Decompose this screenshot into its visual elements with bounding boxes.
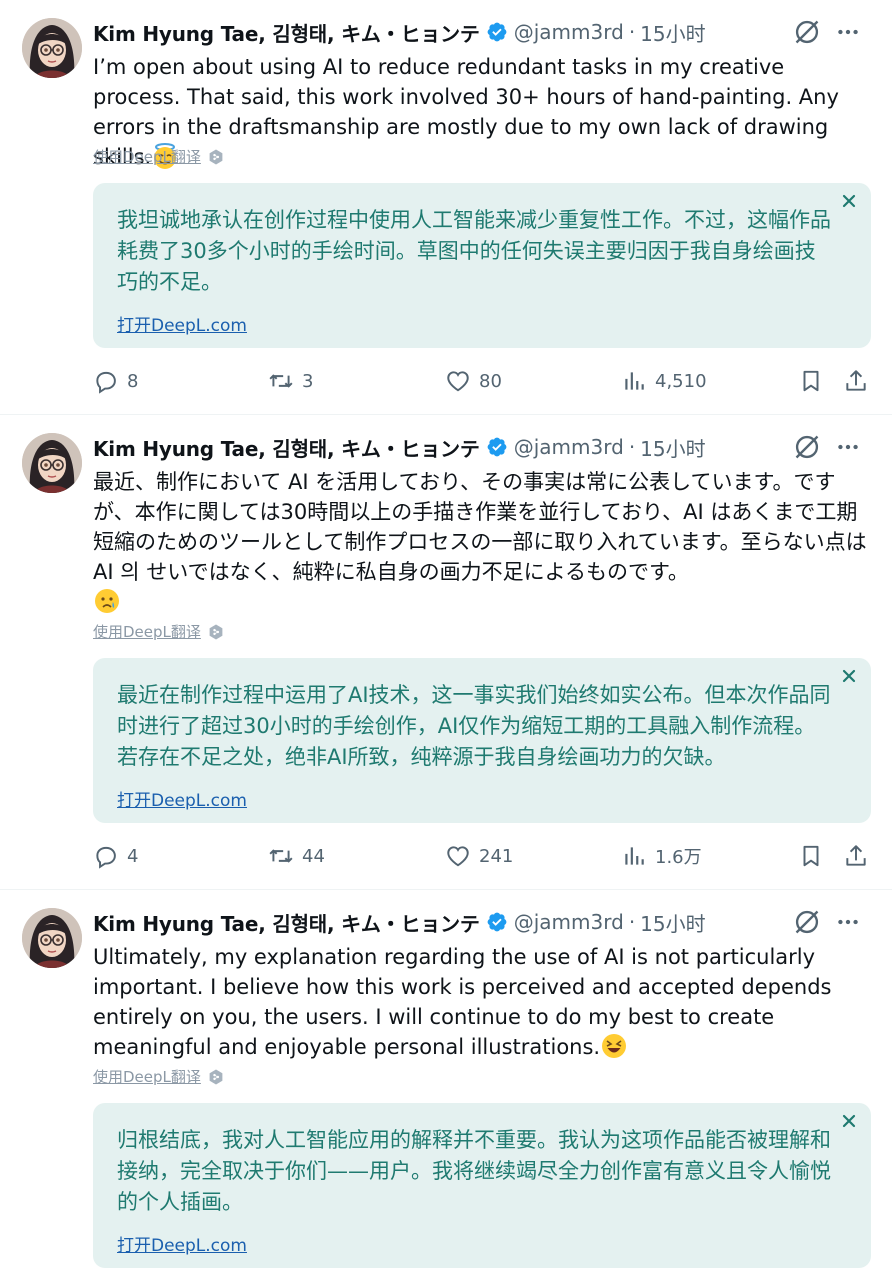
translation-text: 归根结底，我对人工智能应用的解释并不重要。我认为这项作品能否被理解和接纳，完全取… [117, 1128, 831, 1214]
author-handle[interactable]: @jamm3rd [514, 20, 624, 44]
tweet-actions: 4 44 241 1.6万 [93, 841, 873, 871]
grinning-squinting-face-icon [600, 1032, 628, 1060]
views-button[interactable]: 1.6万 [621, 841, 702, 871]
tweet-text: Ultimately, my explanation regarding the… [93, 942, 873, 1062]
more-options-icon[interactable] [835, 19, 861, 45]
bookmark-icon [798, 368, 824, 394]
retweet-icon [268, 843, 294, 869]
like-button[interactable]: 80 [445, 366, 502, 396]
share-button[interactable] [843, 841, 869, 871]
translate-with-deepl-link[interactable]: 使用DeepL翻译 [93, 621, 225, 642]
views-icon [621, 843, 647, 869]
views-icon [621, 368, 647, 394]
author-handle[interactable]: @jamm3rd [514, 910, 624, 934]
retweet-button[interactable]: 3 [268, 366, 313, 396]
tweet-time[interactable]: 15小时 [640, 433, 705, 462]
open-deepl-link[interactable]: 打开DeepL.com [117, 311, 247, 336]
author-name[interactable]: Kim Hyung Tae, 김형태, キム・ヒョンテ [93, 433, 480, 462]
avatar[interactable] [22, 908, 82, 968]
reply-count: 8 [127, 370, 139, 392]
more-options-icon[interactable] [835, 434, 861, 460]
separator-dot: · [628, 435, 636, 459]
translation-box: 我坦诚地承认在创作过程中使用人工智能来减少重复性工作。不过，这幅作品耗费了30多… [93, 183, 871, 348]
deepl-icon [207, 623, 225, 641]
share-button[interactable] [843, 366, 869, 396]
tweet-text-content: 最近、制作において AI を活用しており、その事実は常に公表しています。ですが、… [93, 470, 867, 584]
tweet-text: 最近、制作において AI を活用しており、その事実は常に公表しています。ですが、… [93, 467, 873, 617]
close-icon[interactable] [841, 668, 857, 684]
grok-icon[interactable] [793, 18, 821, 46]
tweet-header: Kim Hyung Tae, 김형태, キム・ヒョンテ @jamm3rd · 1… [93, 907, 883, 937]
open-deepl-link[interactable]: 打开DeepL.com [117, 786, 247, 811]
reply-button[interactable]: 4 [93, 841, 138, 871]
author-name[interactable]: Kim Hyung Tae, 김형태, キム・ヒョンテ [93, 908, 480, 937]
verified-badge-icon [486, 911, 508, 933]
translate-label[interactable]: 使用DeepL翻译 [93, 621, 201, 642]
translate-label[interactable]: 使用DeepL翻译 [93, 146, 201, 167]
separator-dot: · [628, 20, 636, 44]
translation-text: 我坦诚地承认在创作过程中使用人工智能来减少重复性工作。不过，这幅作品耗费了30多… [117, 208, 831, 294]
open-deepl-link[interactable]: 打开DeepL.com [117, 1231, 247, 1256]
close-icon[interactable] [841, 1113, 857, 1129]
tweet-3[interactable]: Kim Hyung Tae, 김형태, キム・ヒョンテ @jamm3rd · 1… [0, 890, 892, 1280]
reply-button[interactable]: 8 [93, 366, 138, 396]
tweet-time[interactable]: 15小时 [640, 18, 705, 47]
like-count: 80 [479, 370, 502, 392]
deepl-icon [207, 1068, 225, 1086]
tweet-2[interactable]: Kim Hyung Tae, 김형태, キム・ヒョンテ @jamm3rd · 1… [0, 415, 892, 888]
more-options-icon[interactable] [835, 909, 861, 935]
retweet-count: 44 [302, 845, 325, 867]
tweet-header: Kim Hyung Tae, 김형태, キム・ヒョンテ @jamm3rd · 1… [93, 432, 883, 462]
share-icon [843, 843, 869, 869]
sad-face-icon [93, 587, 121, 615]
translate-with-deepl-link[interactable]: 使用DeepL翻译 [93, 1066, 225, 1087]
author-name[interactable]: Kim Hyung Tae, 김형태, キム・ヒョンテ [93, 18, 480, 47]
translate-with-deepl-link[interactable]: 使用DeepL翻译 [93, 146, 225, 167]
view-count: 1.6万 [655, 847, 702, 868]
tweet-time[interactable]: 15小时 [640, 908, 705, 937]
avatar[interactable] [22, 18, 82, 78]
separator-dot: · [628, 910, 636, 934]
translation-text: 最近在制作过程中运用了AI技术，这一事实我们始终如实公布。但本次作品同时进行了超… [117, 683, 831, 769]
translation-box: 最近在制作过程中运用了AI技术，这一事实我们始终如实公布。但本次作品同时进行了超… [93, 658, 871, 823]
reply-icon [93, 368, 119, 394]
reply-icon [93, 843, 119, 869]
tweet-1[interactable]: Kim Hyung Tae, 김형태, キム・ヒョンテ @jamm3rd · 1… [0, 0, 892, 414]
heart-icon [445, 368, 471, 394]
heart-icon [445, 843, 471, 869]
view-count: 4,510 [655, 370, 707, 392]
deepl-icon [207, 148, 225, 166]
like-count: 241 [479, 845, 514, 867]
avatar[interactable] [22, 433, 82, 493]
retweet-icon [268, 368, 294, 394]
grok-icon[interactable] [793, 908, 821, 936]
views-button[interactable]: 4,510 [621, 366, 707, 396]
retweet-count: 3 [302, 370, 314, 392]
verified-badge-icon [486, 21, 508, 43]
bookmark-button[interactable] [798, 841, 824, 871]
close-icon[interactable] [841, 193, 857, 209]
reply-count: 4 [127, 845, 139, 867]
author-handle[interactable]: @jamm3rd [514, 435, 624, 459]
translation-box: 归根结底，我对人工智能应用的解释并不重要。我认为这项作品能否被理解和接纳，完全取… [93, 1103, 871, 1268]
tweet-actions: 8 3 80 4,510 [93, 366, 873, 396]
bookmark-button[interactable] [798, 366, 824, 396]
retweet-button[interactable]: 44 [268, 841, 325, 871]
bookmark-icon [798, 843, 824, 869]
tweet-header: Kim Hyung Tae, 김형태, キム・ヒョンテ @jamm3rd · 1… [93, 17, 883, 47]
translate-label[interactable]: 使用DeepL翻译 [93, 1066, 201, 1087]
grok-icon[interactable] [793, 433, 821, 461]
tweet-text-content: Ultimately, my explanation regarding the… [93, 945, 832, 1059]
verified-badge-icon [486, 436, 508, 458]
share-icon [843, 368, 869, 394]
like-button[interactable]: 241 [445, 841, 513, 871]
